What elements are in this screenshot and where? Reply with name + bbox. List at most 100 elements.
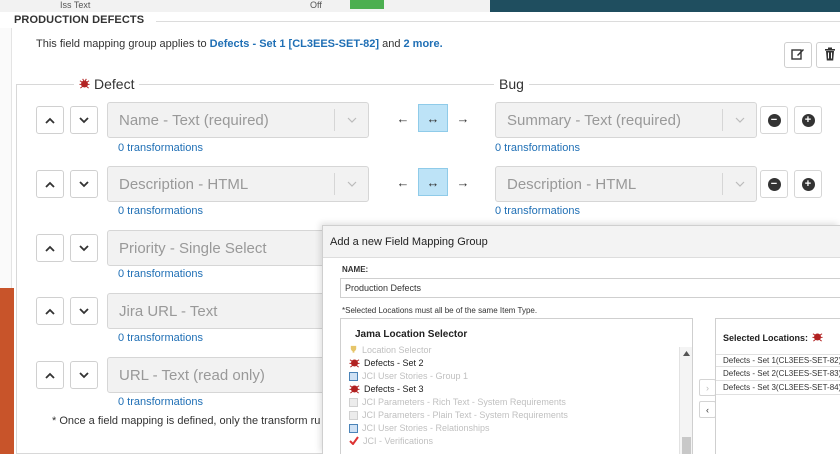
tree-item[interactable]: Defects - Set 3 [349,383,424,395]
tree-item-label: Location Selector [362,345,432,355]
source-field-value: Jira URL - Text [119,302,218,320]
selected-locations-panel: Selected Locations: Defects - Set 1(CL3E… [715,318,840,454]
add-mapping-button[interactable]: + [794,170,822,198]
selected-locations-label: Selected Locations: [723,332,809,343]
chevron-down-icon [334,173,368,195]
direction-both-button[interactable]: ↔ [418,104,448,132]
remove-mapping-button[interactable]: − [760,106,788,134]
target-field-value: Summary - Text (required) [507,111,681,129]
check-icon [349,435,359,447]
add-location-button[interactable]: › [699,379,716,396]
move-up-button[interactable] [36,170,64,198]
source-field-select[interactable]: Priority - Single Select [107,230,337,266]
selected-location-row[interactable]: Defects - Set 1(CL3EES-SET-82) [716,354,840,367]
arrow-right-icon: → [456,110,470,126]
chevron-up-icon [45,181,55,188]
move-up-button[interactable] [36,297,64,325]
source-field-select[interactable]: Jira URL - Text [107,293,337,329]
tree-item-label: Defects - Set 3 [364,384,424,394]
direction-both-button[interactable]: ↔ [418,168,448,196]
chevron-down-icon [79,371,89,378]
plus-icon: + [801,113,815,127]
source-field-select[interactable]: URL - Text (read only) [107,357,337,393]
target-transformations-link[interactable]: 0 transformations [495,205,580,217]
source-field-value: Description - HTML [119,175,249,193]
applies-prefix: This field mapping group applies to [36,38,207,50]
scrollbar-thumb[interactable] [682,437,691,454]
item-type-note: *Selected Locations must all be of the s… [342,306,538,315]
chevron-down-icon [79,180,89,187]
tree-item-label: JCI - Verifications [363,436,434,446]
move-down-button[interactable] [70,170,98,198]
target-field-select[interactable]: Description - HTML [495,166,757,202]
tree-item[interactable]: JCI - Verifications [349,435,433,447]
background-banner [490,0,840,12]
source-transformations-link[interactable]: 0 transformations [118,268,203,280]
target-field-select[interactable]: Summary - Text (required) [495,102,757,138]
tree-item[interactable]: JCI Parameters - Rich Text - System Requ… [349,396,566,408]
bug-icon [812,331,823,344]
applies-location-link[interactable]: Defects - Set 1 [CL3EES-SET-82] [210,38,379,50]
move-down-button[interactable] [70,361,98,389]
remove-mapping-button[interactable]: − [760,170,788,198]
background-status-badge [350,0,384,9]
chevron-down-icon [722,109,756,131]
chevron-up-icon [45,372,55,379]
move-up-button[interactable] [36,106,64,134]
direction-left-button[interactable]: ← [388,168,418,196]
tree-item[interactable]: Location Selector [349,344,432,356]
name-input-value: Production Defects [345,283,422,293]
direction-right-button[interactable]: → [448,168,478,196]
location-selector-title: Jama Location Selector [355,329,468,340]
direction-left-button[interactable]: ← [388,104,418,132]
edit-icon [791,47,805,64]
source-field-value: URL - Text (read only) [119,366,265,384]
name-input[interactable]: Production Defects [340,278,840,298]
location-selector-panel: Jama Location Selector Location Selector… [340,318,693,454]
chevron-up-icon [45,308,55,315]
direction-right-button[interactable]: → [448,104,478,132]
sync-direction-toggle: ← ↔ → [388,104,478,132]
tree-item[interactable]: JCI User Stories - Relationships [349,422,490,434]
source-transformations-link[interactable]: 0 transformations [118,396,203,408]
minus-icon: − [767,177,781,191]
applies-to-text: This field mapping group applies to Defe… [36,38,443,50]
edit-group-button[interactable] [784,42,812,68]
move-down-button[interactable] [70,234,98,262]
chevron-up-icon [45,245,55,252]
source-transformations-link[interactable]: 0 transformations [118,332,203,344]
tree-item[interactable]: Defects - Set 2 [349,357,424,369]
story-icon [349,371,358,381]
chevron-down-icon [79,307,89,314]
applies-more-link[interactable]: 2 more. [404,38,443,50]
chevron-down-icon [722,173,756,195]
source-transformations-link[interactable]: 0 transformations [118,205,203,217]
selected-location-row[interactable]: Defects - Set 3(CL3EES-SET-84) [716,382,840,395]
remove-location-button[interactable]: ‹ [699,401,716,418]
param-icon [349,397,358,407]
tree-item[interactable]: JCI Parameters - Plain Text - System Req… [349,409,568,421]
source-field-select[interactable]: Name - Text (required) [107,102,369,138]
delete-group-button[interactable] [816,42,840,68]
selected-location-row[interactable]: Defects - Set 2(CL3EES-SET-83) [716,368,840,381]
add-mapping-button[interactable]: + [794,106,822,134]
target-field-value: Description - HTML [507,175,637,193]
move-up-button[interactable] [36,361,64,389]
source-field-select[interactable]: Description - HTML [107,166,369,202]
minus-icon: − [767,113,781,127]
bug-icon [349,383,360,396]
target-transformations-link[interactable]: 0 transformations [495,142,580,154]
move-down-button[interactable] [70,106,98,134]
tree-item[interactable]: JCI User Stories - Group 1 [349,370,468,382]
move-down-button[interactable] [70,297,98,325]
trash-icon [824,47,836,64]
target-type-label: Bug [499,76,524,92]
mapping-footnote: * Once a field mapping is defined, only … [52,415,321,427]
tree-item-label: JCI User Stories - Group 1 [362,371,469,381]
location-scrollbar[interactable] [679,347,692,454]
sync-direction-toggle: ← ↔ → [388,168,478,196]
source-type-legend: Defect [74,76,140,92]
source-transformations-link[interactable]: 0 transformations [118,142,203,154]
move-up-button[interactable] [36,234,64,262]
dialog-title: Add a new Field Mapping Group [330,236,488,248]
